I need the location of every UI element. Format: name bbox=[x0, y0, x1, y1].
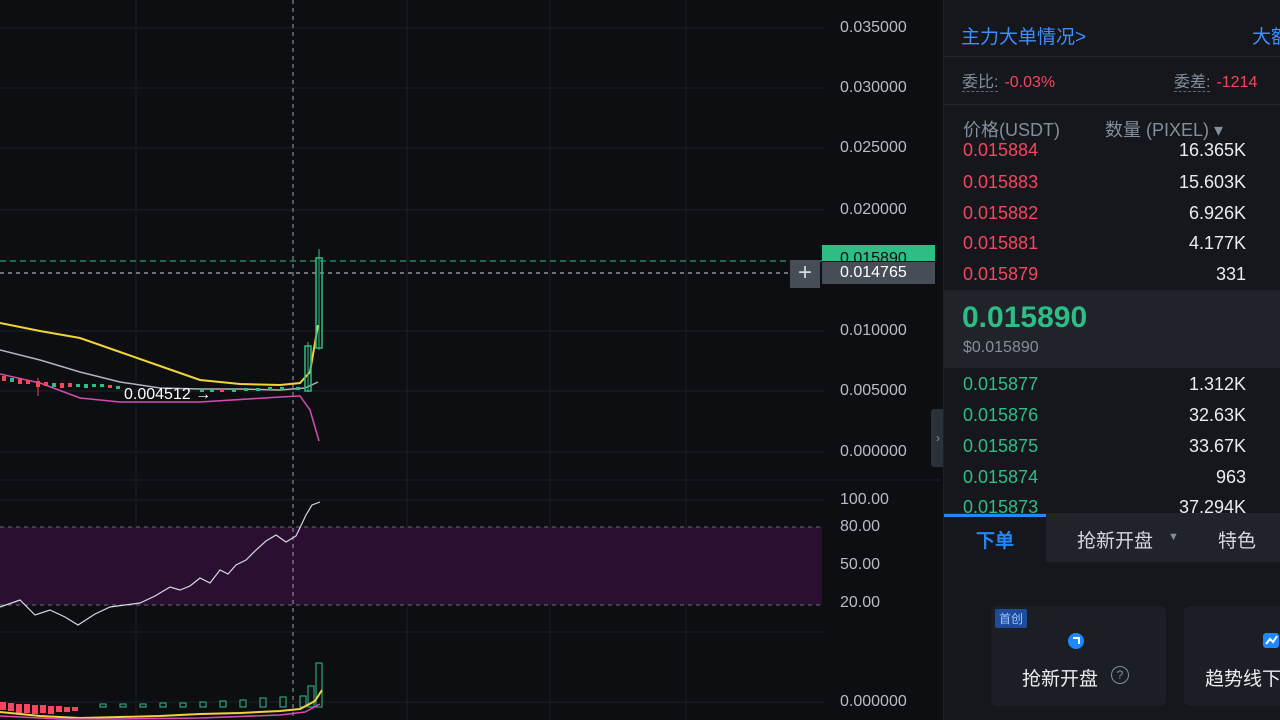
bid-quantity: 37.294K bbox=[1178, 497, 1246, 513]
ask-price: 0.015884 bbox=[963, 140, 1039, 160]
trading-panel: 主力大单情况> 大额 委比:-0.03% 委差:-1214 价格(USDT) 数… bbox=[943, 0, 1280, 720]
question-mark-icon[interactable]: ? bbox=[1111, 666, 1129, 684]
feature-card-trendline[interactable]: 趋势线下 bbox=[1184, 606, 1280, 706]
bid-price: 0.015876 bbox=[963, 405, 1039, 425]
tab-place-order[interactable]: 下单 bbox=[976, 526, 1014, 553]
bid-quantity: 32.63K bbox=[1188, 405, 1246, 425]
price-axis-label: 0.005000 bbox=[840, 382, 907, 399]
ask-quantity: 16.365K bbox=[1178, 140, 1246, 160]
price-axis-label: 0.035000 bbox=[840, 19, 907, 36]
bid-row[interactable]: 0.015875 33.67K bbox=[944, 431, 1280, 461]
diff-value: -1214 bbox=[1216, 74, 1258, 91]
bid-price: 0.015877 bbox=[963, 374, 1039, 394]
ask-quantity: 15.603K bbox=[1178, 172, 1246, 192]
panel-header: 主力大单情况> 大额 bbox=[944, 0, 1280, 57]
diff-label: 委差: bbox=[1174, 74, 1211, 92]
ask-price: 0.015881 bbox=[963, 233, 1039, 253]
bid-quantity: 33.67K bbox=[1188, 436, 1246, 456]
ratio-value: -0.03% bbox=[1004, 74, 1056, 91]
bid-quantity: 1.312K bbox=[1188, 374, 1246, 394]
price-axis-label: 0.030000 bbox=[840, 79, 907, 96]
ask-quantity: 6.926K bbox=[1188, 203, 1246, 223]
ask-row[interactable]: 0.015884 16.365K bbox=[944, 137, 1280, 161]
ask-row[interactable]: 0.015879 331 bbox=[944, 259, 1280, 289]
ma-yellow-line bbox=[0, 322, 319, 387]
ask-quantity: 331 bbox=[1215, 264, 1246, 284]
last-price-tag: 0.015890 bbox=[822, 245, 935, 261]
first-badge: 首创 bbox=[995, 609, 1028, 628]
price-axis-label: 0.025000 bbox=[840, 139, 907, 156]
bid-price: 0.015873 bbox=[963, 497, 1039, 513]
ratio-label: 委比: bbox=[962, 74, 999, 92]
candlestick-chart[interactable]: 0.035000 0.030000 0.025000 0.020000 0.01… bbox=[0, 0, 945, 720]
card-label: 抢新开盘 bbox=[1022, 669, 1099, 690]
tab-new-listing[interactable]: 抢新开盘 bbox=[1077, 526, 1153, 553]
order-tabs: 下单 抢新开盘 ▼ 特色 bbox=[944, 513, 1280, 562]
add-alert-plus-icon[interactable]: + bbox=[790, 260, 820, 288]
feature-card-new-listing[interactable]: 首创 抢新开盘 ? bbox=[991, 606, 1166, 706]
bid-ask-diff: 委差: -1214 bbox=[1174, 68, 1257, 92]
rsi-axis-label: 50.00 bbox=[840, 556, 881, 573]
bid-row[interactable]: 0.015877 1.312K bbox=[944, 369, 1280, 399]
macd-axis-label: 0.000000 bbox=[840, 693, 907, 710]
rsi-axis-label: 80.00 bbox=[840, 518, 881, 535]
bid-quantity: 963 bbox=[1215, 467, 1246, 487]
price-axis-label: 0.020000 bbox=[840, 201, 907, 218]
last-price-marker: 0.004512 → bbox=[124, 386, 212, 403]
bid-price: 0.015875 bbox=[963, 436, 1039, 456]
mid-price-usd: $0.015890 bbox=[963, 339, 1039, 356]
bid-row[interactable]: 0.015876 32.63K bbox=[944, 400, 1280, 430]
chevron-down-icon[interactable]: ▼ bbox=[1168, 531, 1179, 543]
big-order-right-link[interactable]: 大额 bbox=[1252, 22, 1280, 49]
rsi-band bbox=[0, 527, 822, 605]
ask-row[interactable]: 0.015883 15.603K bbox=[944, 167, 1280, 197]
mid-price-block: 0.015890 $0.015890 bbox=[944, 290, 1280, 368]
ask-row[interactable]: 0.015881 4.177K bbox=[944, 228, 1280, 258]
trendline-icon bbox=[1263, 633, 1279, 648]
price-axis-label: 0.010000 bbox=[840, 322, 907, 339]
bid-row[interactable]: 0.015873 37.294K bbox=[944, 492, 1280, 513]
bid-row[interactable]: 0.015874 963 bbox=[944, 462, 1280, 492]
ask-price: 0.015879 bbox=[963, 264, 1039, 284]
rsi-axis-label: 100.00 bbox=[840, 491, 889, 508]
card-label: 趋势线下 bbox=[1205, 669, 1280, 690]
ask-row[interactable]: 0.015882 6.926K bbox=[944, 198, 1280, 228]
price-axis-label: 0.000000 bbox=[840, 443, 907, 460]
mid-price: 0.015890 bbox=[962, 301, 1088, 334]
chart-canvas[interactable] bbox=[0, 0, 940, 720]
crosshair-price-tag: 0.014765 bbox=[822, 262, 935, 284]
tab-featured[interactable]: 特色 bbox=[1218, 526, 1256, 553]
rsi-axis-label: 20.00 bbox=[840, 594, 881, 611]
big-order-link[interactable]: 主力大单情况> bbox=[961, 22, 1086, 49]
bid-price: 0.015874 bbox=[963, 467, 1039, 487]
ask-price: 0.015882 bbox=[963, 203, 1039, 223]
ask-price: 0.015883 bbox=[963, 172, 1039, 192]
macd-histogram bbox=[0, 662, 323, 714]
ask-quantity: 4.177K bbox=[1188, 233, 1246, 253]
bid-ask-ratio: 委比: -0.03% bbox=[962, 68, 1055, 92]
rocket-icon bbox=[1068, 633, 1084, 649]
